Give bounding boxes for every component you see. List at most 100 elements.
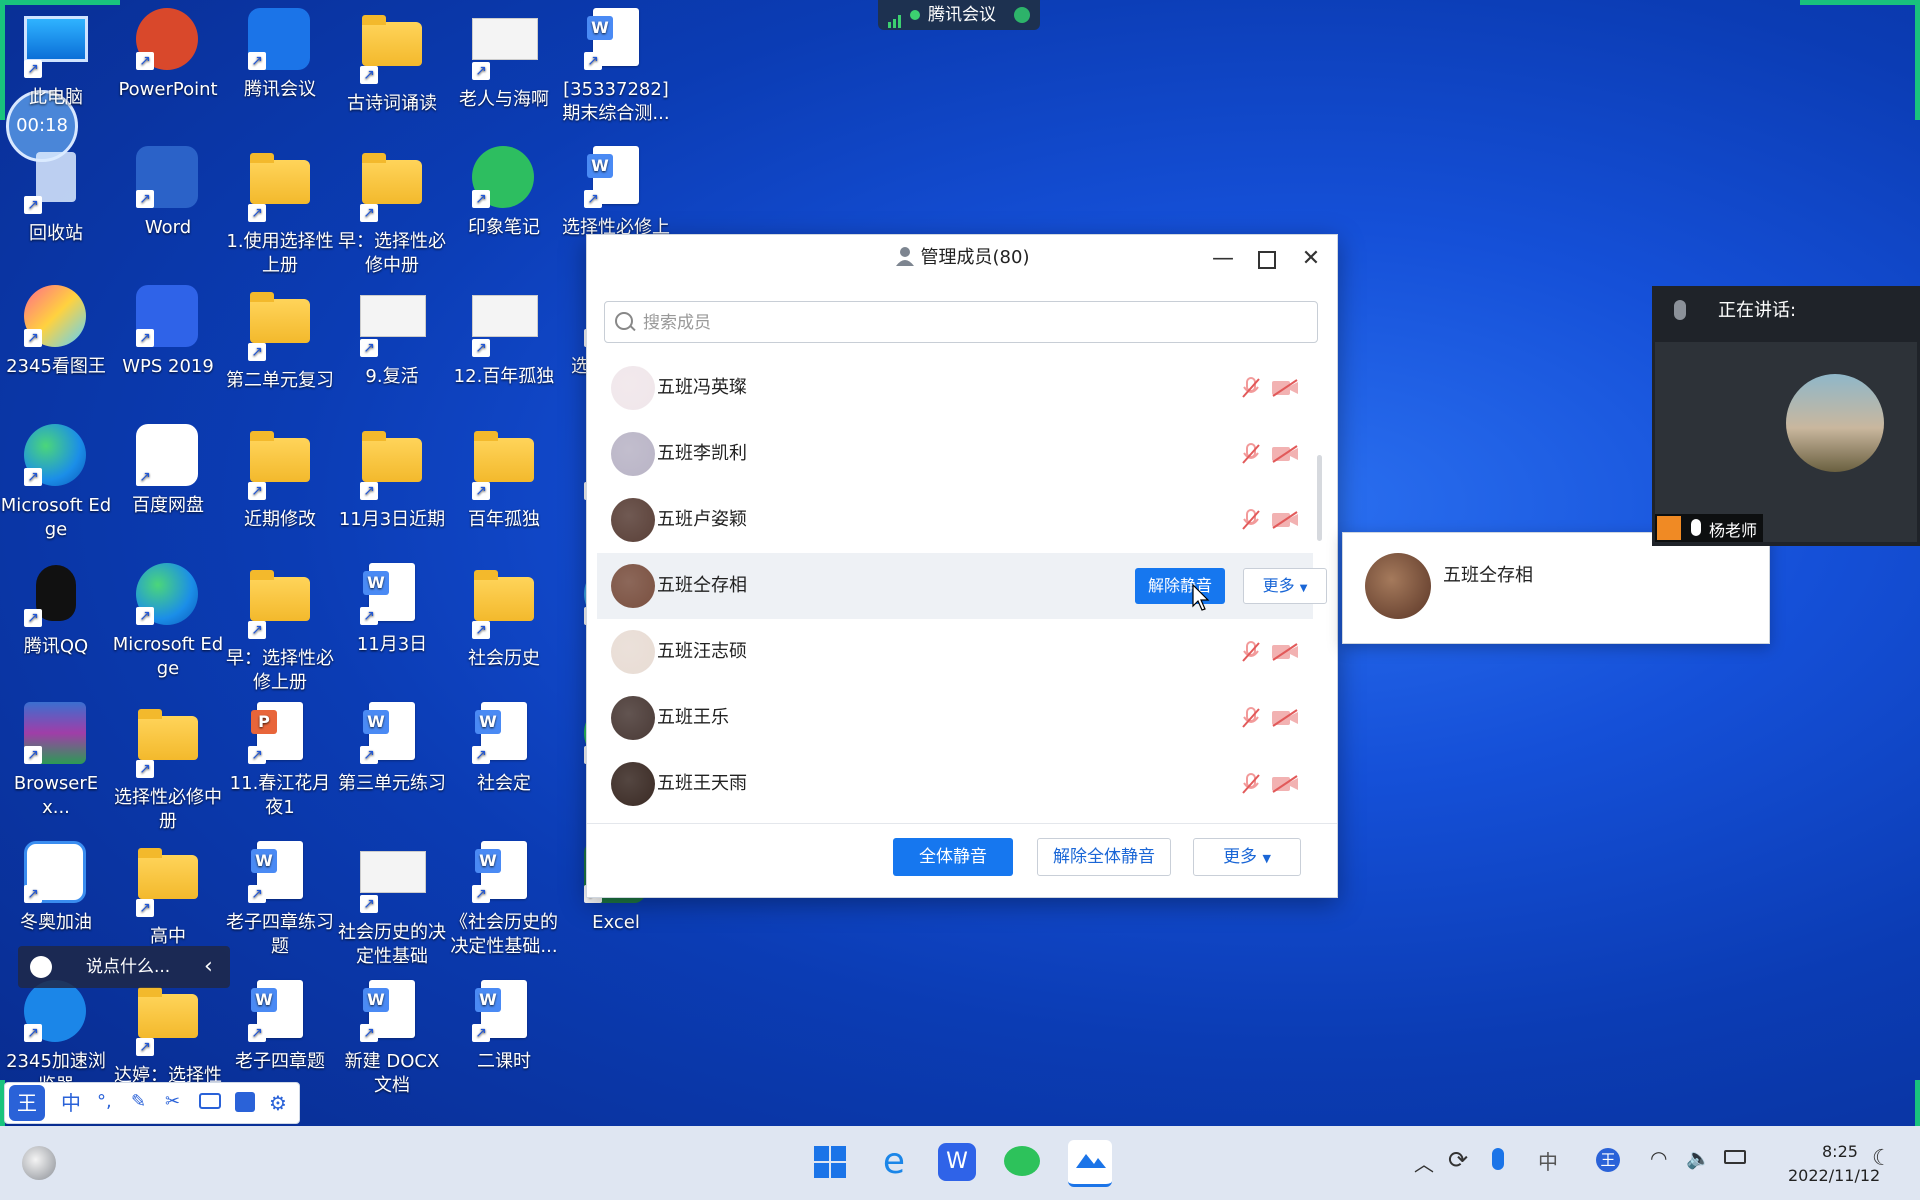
desktop-icon[interactable]: ↗ 选择性必修中册 bbox=[112, 702, 224, 834]
pen-icon[interactable]: ✎ bbox=[131, 1091, 151, 1112]
ime-toolbar[interactable]: 王 中 °, ✎ ✂ ⚙ bbox=[4, 1082, 300, 1124]
desktop-icon[interactable]: ↗ WPS 2019 bbox=[112, 285, 224, 379]
desktop-icon[interactable]: ↗ 12.百年孤独 bbox=[448, 285, 560, 389]
member-row[interactable]: 五班汪志硕 bbox=[597, 619, 1313, 685]
punct-icon[interactable]: °, bbox=[97, 1091, 117, 1112]
skin-icon[interactable] bbox=[235, 1092, 255, 1112]
mic-muted-icon[interactable] bbox=[1241, 443, 1261, 465]
search-input[interactable] bbox=[641, 308, 1305, 338]
desktop-icon[interactable]: ↗ Microsoft Edge bbox=[0, 424, 112, 542]
desktop-icon[interactable]: P ↗ 11.春江花月夜1 bbox=[224, 702, 336, 820]
desktop-icon[interactable]: ↗ 古诗词诵读 bbox=[336, 8, 448, 116]
camera-off-icon[interactable] bbox=[1271, 709, 1299, 727]
mic-muted-icon[interactable] bbox=[1241, 641, 1261, 663]
unmute-member-button[interactable]: 解除静音 bbox=[1135, 568, 1225, 604]
mic-muted-icon[interactable] bbox=[1241, 773, 1261, 795]
desktop-icon[interactable]: ↗ 回收站 bbox=[0, 146, 112, 246]
moon-app-icon[interactable] bbox=[22, 1146, 56, 1180]
mute-all-button[interactable]: 全体静音 bbox=[893, 838, 1013, 876]
clock-date[interactable]: 2022/11/12 bbox=[1788, 1166, 1880, 1185]
chat-input-placeholder[interactable]: 说点什么... bbox=[86, 946, 170, 988]
mic-muted-icon[interactable] bbox=[1241, 377, 1261, 399]
footer-more-button[interactable]: 更多 ▼ bbox=[1193, 838, 1301, 876]
desktop-icon[interactable]: ↗2345加速浏览器 bbox=[0, 980, 112, 1098]
wps-icon[interactable]: W bbox=[938, 1143, 976, 1181]
camera-off-icon[interactable] bbox=[1271, 379, 1299, 397]
camera-off-icon[interactable] bbox=[1271, 445, 1299, 463]
desktop-icon[interactable]: W ↗ 《社会历史的决定性基础... bbox=[448, 841, 560, 959]
desktop-icon[interactable]: W ↗ 老子四章题 bbox=[224, 980, 336, 1074]
member-search-box[interactable] bbox=[604, 301, 1318, 343]
desktop-icon[interactable]: ↗ 百度网盘 bbox=[112, 424, 224, 518]
sync-icon[interactable]: ⟳ bbox=[1448, 1146, 1468, 1174]
mic-muted-icon[interactable] bbox=[1241, 707, 1261, 729]
desktop-icon[interactable]: ↗ 腾讯会议 bbox=[224, 8, 336, 102]
mic-muted-icon[interactable] bbox=[1241, 509, 1261, 531]
member-row[interactable]: 五班冯英璨 bbox=[597, 355, 1313, 421]
camera-off-icon[interactable] bbox=[1271, 775, 1299, 793]
scissors-icon[interactable]: ✂ bbox=[165, 1091, 185, 1112]
desktop-icon[interactable]: ↗ 此电脑 bbox=[0, 8, 112, 110]
desktop-icon[interactable]: W ↗ 新建 DOCX 文档 bbox=[336, 980, 448, 1098]
desktop-icon[interactable]: W ↗ [35337282]期末综合测... bbox=[560, 8, 672, 126]
desktop-icon[interactable]: ↗ 腾讯QQ bbox=[0, 563, 112, 659]
video-tile[interactable]: 杨老师 bbox=[1655, 342, 1917, 542]
member-list-scrollbar[interactable] bbox=[1317, 455, 1322, 541]
desktop-icon[interactable]: ↗ BrowserEx... bbox=[0, 702, 112, 820]
volume-icon[interactable]: 🔈 bbox=[1686, 1146, 1711, 1170]
desktop-icon[interactable]: ↗ 社会历史的决定性基础 bbox=[336, 841, 448, 969]
desktop-icon[interactable]: ↗ 老人与海啊 bbox=[448, 8, 560, 112]
member-more-button[interactable]: 更多 ▼ bbox=[1243, 568, 1327, 604]
battery-icon[interactable] bbox=[1724, 1150, 1746, 1164]
show-hidden-icons-chevron-icon[interactable]: ︿ bbox=[1414, 1148, 1434, 1177]
ime-tray-icon[interactable]: 王 bbox=[1596, 1148, 1620, 1172]
desktop-icon[interactable]: ↗ 早：选择性必修上册 bbox=[224, 563, 336, 695]
chat-bar[interactable]: 说点什么... ‹ bbox=[18, 946, 230, 988]
desktop-icon[interactable]: ↗ Word bbox=[112, 146, 224, 240]
desktop-icon[interactable]: W ↗ 二课时 bbox=[448, 980, 560, 1074]
tencent-meeting-taskbar-icon[interactable] bbox=[1068, 1140, 1112, 1187]
desktop-icon[interactable]: ↗ 1.使用选择性上册 bbox=[224, 146, 336, 278]
desktop-icon[interactable]: ↗ 近期修改 bbox=[224, 424, 336, 532]
emoji-icon[interactable] bbox=[30, 956, 52, 978]
ie-browser-icon[interactable]: e bbox=[872, 1140, 916, 1184]
keyboard-icon[interactable] bbox=[199, 1093, 221, 1109]
desktop-icon[interactable]: ↗ 2345看图王 bbox=[0, 285, 112, 379]
settings-gear-icon[interactable]: ⚙ bbox=[269, 1091, 287, 1115]
desktop-icon[interactable]: W ↗ 社会定 bbox=[448, 702, 560, 796]
maximize-button[interactable] bbox=[1249, 243, 1285, 275]
member-row[interactable]: 五班王天雨 bbox=[597, 751, 1313, 817]
desktop-icon[interactable]: ↗ 早：选择性必修中册 bbox=[336, 146, 448, 278]
desktop-icon[interactable]: ↗ 高中 bbox=[112, 841, 224, 949]
desktop-icon[interactable]: ↗ 第二单元复习 bbox=[224, 285, 336, 393]
collapse-chevron-icon[interactable]: ‹ bbox=[204, 946, 213, 988]
desktop-icon[interactable]: W ↗ 老子四章练习题 bbox=[224, 841, 336, 959]
member-row[interactable]: 五班卢姿颖 bbox=[597, 487, 1313, 553]
desktop-icon[interactable]: ↗ Microsoft Edge bbox=[112, 563, 224, 681]
desktop-icon[interactable]: W ↗ 第三单元练习 bbox=[336, 702, 448, 796]
focus-moon-icon[interactable]: ☾ bbox=[1872, 1146, 1892, 1171]
desktop-icon[interactable]: ↗ 百年孤独 bbox=[448, 424, 560, 532]
desktop-icon[interactable]: ↗ 印象笔记 bbox=[448, 146, 560, 240]
ime-mode[interactable]: 中 bbox=[61, 1083, 81, 1123]
tray-ime-indicator[interactable]: 中 bbox=[1538, 1146, 1558, 1175]
microphone-icon[interactable] bbox=[1492, 1148, 1504, 1170]
desktop-icon[interactable]: ↗ PowerPoint bbox=[112, 8, 224, 102]
meeting-top-bar[interactable]: 腾讯会议 bbox=[878, 0, 1040, 30]
minimize-button[interactable]: — bbox=[1205, 243, 1241, 275]
camera-off-icon[interactable] bbox=[1271, 511, 1299, 529]
wifi-icon[interactable]: ◠ bbox=[1650, 1146, 1667, 1170]
close-button[interactable]: ✕ bbox=[1293, 243, 1329, 275]
camera-off-icon[interactable] bbox=[1271, 643, 1299, 661]
desktop-icon[interactable]: ↗ 冬奥加油 bbox=[0, 841, 112, 935]
unmute-all-button[interactable]: 解除全体静音 bbox=[1037, 838, 1171, 876]
member-row[interactable]: 五班王乐 bbox=[597, 685, 1313, 751]
start-windows-icon[interactable] bbox=[808, 1140, 852, 1184]
wechat-icon[interactable] bbox=[1004, 1146, 1040, 1176]
desktop-icon[interactable]: ↗ 社会历史 bbox=[448, 563, 560, 671]
member-row[interactable]: 五班李凯利 bbox=[597, 421, 1313, 487]
clock-time[interactable]: 8:25 bbox=[1822, 1142, 1858, 1161]
desktop-icon[interactable]: ↗ 11月3日近期 bbox=[336, 424, 448, 532]
desktop-icon[interactable]: W ↗ 11月3日 bbox=[336, 563, 448, 657]
desktop-icon[interactable]: ↗ 9.复活 bbox=[336, 285, 448, 389]
